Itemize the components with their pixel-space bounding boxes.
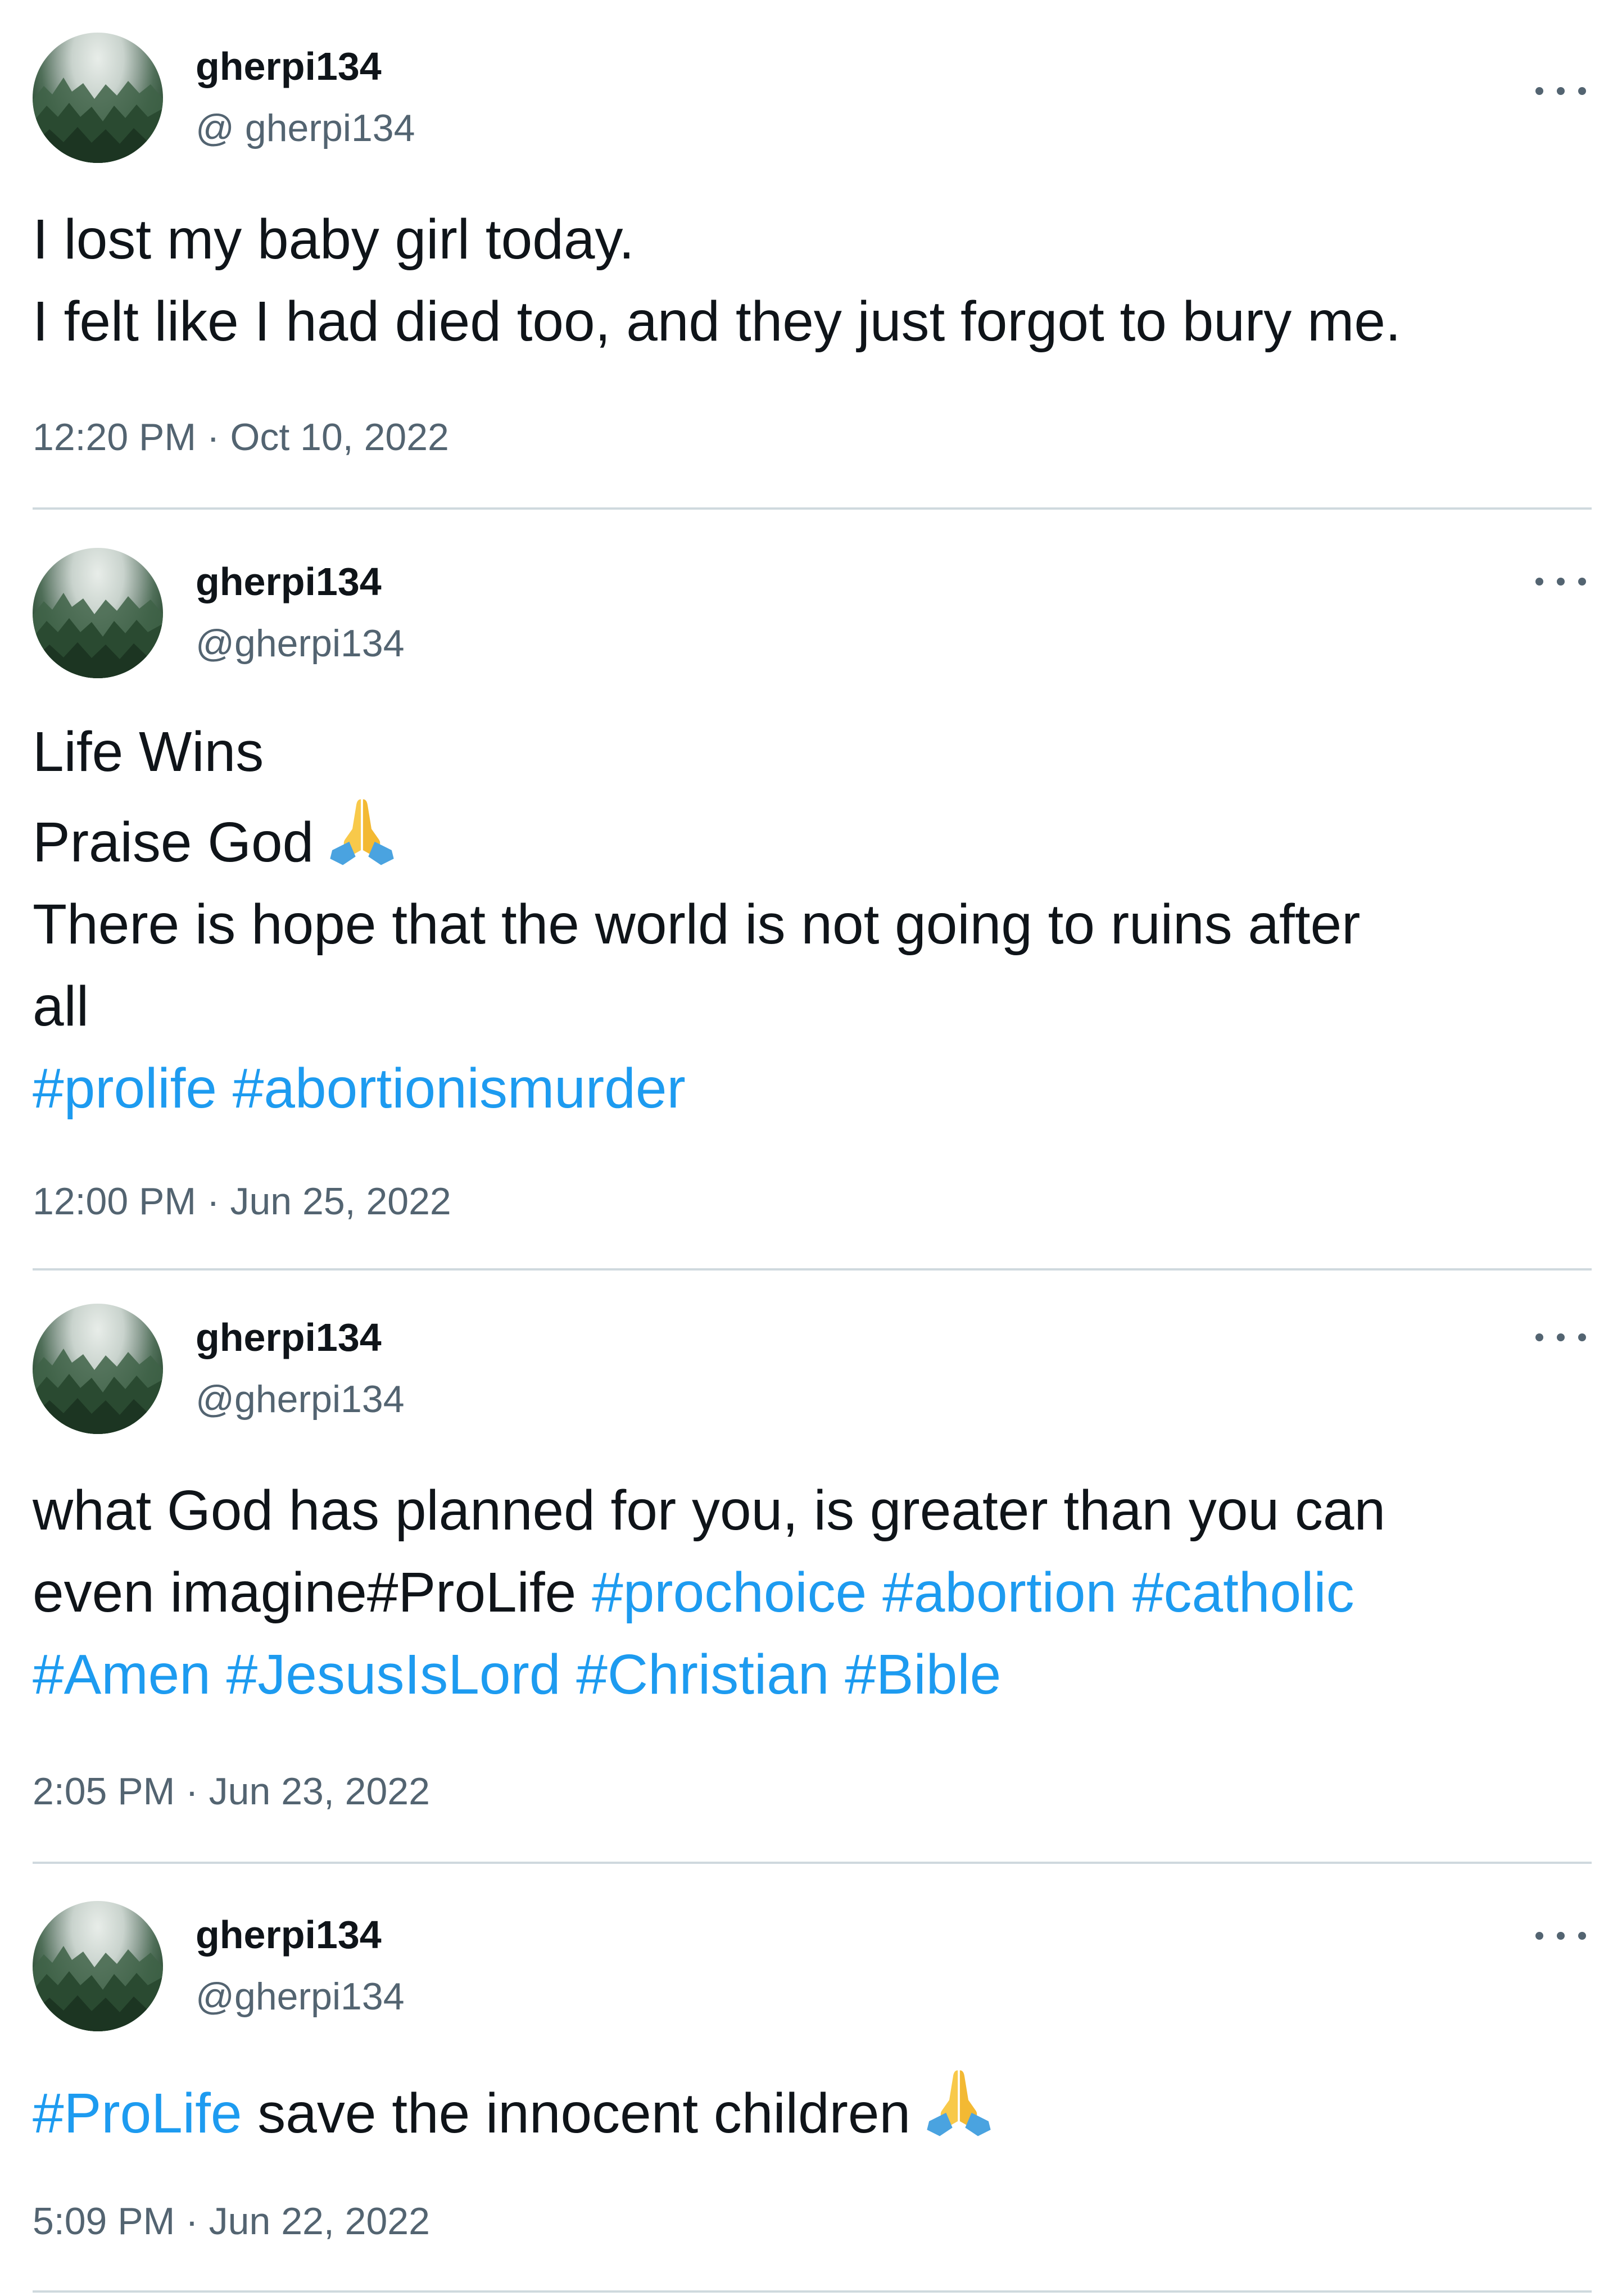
- avatar[interactable]: [33, 548, 163, 678]
- avatar[interactable]: [33, 1901, 163, 2031]
- tweet-text: #ProLife save the innocent children: [33, 2064, 1592, 2154]
- hashtag-link[interactable]: #catholic: [1132, 1561, 1354, 1624]
- hashtag-link[interactable]: #JesusIsLord: [226, 1643, 561, 1706]
- tweet-text-line: There is hope that the world is not goin…: [33, 883, 1592, 965]
- divider: [33, 1268, 1592, 1270]
- tweet-timestamp[interactable]: 2:05 PM · Jun 23, 2022: [33, 1769, 430, 1814]
- user-handle[interactable]: @gherpi134: [196, 621, 405, 666]
- tweet-text-line: what God has planned for you, is greater…: [33, 1469, 1592, 1551]
- hashtag-link[interactable]: #Christian: [576, 1643, 829, 1706]
- more-options-icon[interactable]: [1530, 80, 1592, 102]
- more-options-icon[interactable]: [1530, 570, 1592, 593]
- tweet-text-segment: [211, 1643, 226, 1706]
- tweet-text-segment: I felt like I had died too, and they jus…: [33, 290, 1401, 353]
- misty-forest-avatar-icon: [33, 78, 163, 163]
- divider: [33, 2290, 1592, 2293]
- misty-forest-avatar-icon: [33, 1349, 163, 1434]
- tweet-text-line: #ProLife save the innocent children: [33, 2064, 1592, 2154]
- tweet-text-line: Praise God: [33, 793, 1592, 883]
- user-handle[interactable]: @gherpi134: [196, 1974, 405, 2019]
- tweet-text: I lost my baby girl today. I felt like I …: [33, 198, 1592, 362]
- tweet-text-line: #Amen #JesusIsLord #Christian #Bible: [33, 1633, 1592, 1716]
- tweet[interactable]: gherpi134 @gherpi134 #ProLife save the i…: [33, 1901, 1592, 2283]
- hashtag-link[interactable]: #ProLife: [33, 2082, 242, 2145]
- hashtag-link[interactable]: #Bible: [845, 1643, 1001, 1706]
- tweet-text-segment: save the innocent children: [242, 2082, 911, 2145]
- folded-hands-icon: [330, 799, 394, 865]
- avatar[interactable]: [33, 1304, 163, 1434]
- divider: [33, 507, 1592, 510]
- tweet-timestamp[interactable]: 12:00 PM · Jun 25, 2022: [33, 1179, 451, 1224]
- tweet[interactable]: gherpi134 @gherpi134 what God has planne…: [33, 1304, 1592, 1813]
- tweet-text-segment: [560, 1643, 576, 1706]
- display-name[interactable]: gherpi134: [196, 44, 382, 89]
- tweet-text-line: even imagine#ProLife #prochoice #abortio…: [33, 1551, 1592, 1633]
- tweet-text-line: all: [33, 965, 1592, 1047]
- hashtag-link[interactable]: #prolife: [33, 1057, 217, 1120]
- tweet-text-line: Life Wins: [33, 711, 1592, 793]
- hashtag-link[interactable]: #abortion: [882, 1561, 1117, 1624]
- avatar[interactable]: [33, 33, 163, 163]
- user-handle[interactable]: @gherpi134: [196, 1377, 405, 1422]
- tweet-text-segment: [867, 1561, 882, 1624]
- misty-forest-avatar-icon: [33, 1946, 163, 2031]
- tweet[interactable]: gherpi134 @ gherpi134 I lost my baby gir…: [33, 33, 1592, 477]
- more-options-icon[interactable]: [1530, 1326, 1592, 1349]
- tweet-text-segment: what God has planned for you, is greater…: [33, 1479, 1386, 1542]
- tweet-text-line: I lost my baby girl today.: [33, 198, 1592, 280]
- divider: [33, 1862, 1592, 1864]
- tweet-text-segment: Praise God: [33, 811, 314, 874]
- display-name[interactable]: gherpi134: [196, 1912, 382, 1957]
- tweet-text-segment: I lost my baby girl today.: [33, 208, 635, 271]
- tweet-timestamp[interactable]: 12:20 PM · Oct 10, 2022: [33, 415, 449, 460]
- tweet-text: Life Wins Praise God There is hope that th…: [33, 711, 1592, 1129]
- user-handle[interactable]: @ gherpi134: [196, 106, 415, 151]
- tweet-text-segment: [1117, 1561, 1132, 1624]
- tweet-text-segment: even imagine#ProLife: [33, 1561, 592, 1624]
- tweet-text-line: #prolife #abortionismurder: [33, 1047, 1592, 1129]
- tweet-text-segment: Life Wins: [33, 720, 264, 783]
- hashtag-link[interactable]: #Amen: [33, 1643, 211, 1706]
- tweet-text: what God has planned for you, is greater…: [33, 1469, 1592, 1716]
- tweet[interactable]: gherpi134 @gherpi134 Life Wins Praise God…: [33, 548, 1592, 1245]
- tweet-text-segment: [829, 1643, 845, 1706]
- more-options-icon[interactable]: [1530, 1925, 1592, 1947]
- display-name[interactable]: gherpi134: [196, 1315, 382, 1360]
- folded-hands-icon: [927, 2070, 991, 2136]
- tweet-text-line: I felt like I had died too, and they jus…: [33, 280, 1592, 362]
- tweet-text-segment: all: [33, 975, 89, 1038]
- hashtag-link[interactable]: #abortionismurder: [233, 1057, 686, 1120]
- tweet-text-segment: There is hope that the world is not goin…: [33, 893, 1361, 956]
- misty-forest-avatar-icon: [33, 593, 163, 678]
- tweet-timestamp[interactable]: 5:09 PM · Jun 22, 2022: [33, 2199, 430, 2244]
- hashtag-link[interactable]: #prochoice: [592, 1561, 867, 1624]
- display-name[interactable]: gherpi134: [196, 559, 382, 604]
- tweet-text-segment: [217, 1057, 233, 1120]
